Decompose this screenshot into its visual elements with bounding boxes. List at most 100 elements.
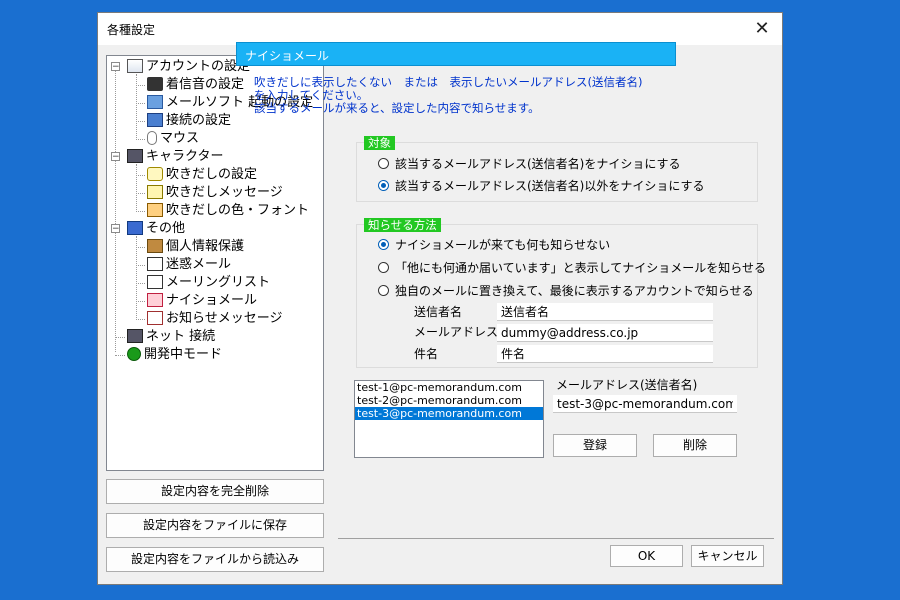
help-icon: [127, 346, 141, 361]
option-label: ナイショメールが来ても何も知らせない: [395, 238, 611, 252]
radio-button[interactable]: [378, 262, 389, 273]
notify-option-others[interactable]: 「他にも何通か届いています」と表示してナイショメールを知らせる: [378, 259, 766, 277]
address-list-item[interactable]: test-3@pc-memorandum.com: [355, 407, 543, 420]
sender-name-field[interactable]: [497, 303, 713, 321]
notify-option-none[interactable]: ナイショメールが来ても何も知らせない: [378, 236, 610, 254]
window-title: 各種設定: [107, 23, 156, 37]
save-settings-button[interactable]: 設定内容をファイルに保存: [106, 513, 324, 538]
address-label: メールアドレス: [414, 325, 499, 339]
mouse-icon: [147, 130, 157, 145]
tree-item[interactable]: 接続の設定: [147, 112, 231, 130]
footer-separator: [338, 538, 774, 539]
title-bar: 各種設定 ✕: [98, 13, 782, 45]
tree-item[interactable]: ナイショメール: [147, 292, 257, 310]
tree-item[interactable]: 吹きだしの色・フォント: [147, 202, 309, 220]
secret-mail-icon: [147, 292, 163, 307]
tree-line: [136, 85, 145, 86]
radio-button[interactable]: [378, 180, 389, 191]
tree-item[interactable]: 個人情報保護: [147, 238, 244, 256]
tree-item-label: ナイショメール: [166, 293, 258, 308]
network-computer-icon: [127, 328, 143, 343]
tree-item[interactable]: 吹きだしメッセージ: [147, 184, 283, 202]
tree-item-label: アカウントの設定: [146, 59, 251, 74]
tree-item-label: 着信音の設定: [166, 77, 245, 92]
edit-message-icon: [147, 184, 163, 199]
tree-item-label: キャラクター: [146, 149, 224, 164]
tree-item-label: 接続の設定: [166, 113, 232, 128]
close-button[interactable]: ✕: [742, 13, 782, 45]
close-icon: ✕: [754, 18, 770, 39]
tree-item-label: マウス: [160, 131, 200, 146]
tree-item[interactable]: 吹きだしの設定: [147, 166, 257, 184]
tree-item-label: 個人情報保護: [166, 239, 245, 254]
settings-tree[interactable]: − アカウントの設定 着信音の設定 メールソフト 起動の設定 接続の設定 マウス − キャラク…: [106, 55, 324, 471]
address-field[interactable]: [497, 324, 713, 342]
ok-button[interactable]: OK: [610, 545, 683, 567]
envelope-icon: [147, 274, 163, 289]
tree-item[interactable]: 開発中モード: [127, 346, 222, 364]
tree-item-label: 吹きだしの設定: [166, 167, 258, 182]
tree-expander[interactable]: −: [111, 152, 120, 162]
tree-line: [136, 265, 145, 266]
speaker-icon: [147, 76, 163, 91]
tree-line: [136, 139, 145, 140]
target-option-include[interactable]: 該当するメールアドレス(送信者名)以外をナイショにする: [378, 177, 705, 195]
panel-description: 吹きだしに表示したくない または 表示したいメールアドレス(送信者名) を入力し…: [254, 76, 674, 115]
delete-all-settings-button[interactable]: 設定内容を完全削除: [106, 479, 324, 504]
tree-item-label: お知らせメッセージ: [166, 311, 283, 326]
cancel-button[interactable]: キャンセル: [691, 545, 764, 567]
tree-item[interactable]: アカウントの設定: [127, 58, 250, 76]
font-color-icon: [147, 202, 163, 217]
address-input[interactable]: [553, 395, 737, 413]
tree-item-label: その他: [146, 221, 186, 236]
tree-item-label: メーリングリスト: [166, 275, 271, 290]
tree-item[interactable]: その他: [127, 220, 185, 238]
description-line: 該当するメールが来ると、設定した内容で知らせます。: [254, 101, 540, 115]
target-group-label: 対象: [364, 136, 395, 150]
address-list-item[interactable]: test-1@pc-memorandum.com: [355, 381, 543, 394]
tree-item-label: ネット 接続: [146, 329, 216, 344]
register-button[interactable]: 登録: [553, 434, 637, 457]
network-icon: [147, 112, 163, 127]
tree-item[interactable]: マウス: [147, 130, 199, 148]
tree-line: [136, 193, 145, 194]
option-label: 「他にも何通か届いています」と表示してナイショメールを知らせる: [395, 261, 767, 275]
option-label: 該当するメールアドレス(送信者名)をナイショにする: [395, 157, 681, 171]
sender-name-label: 送信者名: [414, 305, 463, 319]
tree-item-label: 開発中モード: [144, 347, 223, 362]
notify-group-label: 知らせる方法: [364, 218, 441, 232]
radio-button[interactable]: [378, 239, 389, 250]
load-settings-button[interactable]: 設定内容をファイルから読込み: [106, 547, 324, 572]
folder-icon: [127, 220, 143, 235]
tree-item[interactable]: お知らせメッセージ: [147, 310, 282, 328]
notify-option-custom[interactable]: 独自のメールに置き換えて、最後に表示するアカウントで知らせる: [378, 282, 754, 300]
tree-line: [115, 337, 125, 338]
address-list-item[interactable]: test-2@pc-memorandum.com: [355, 394, 543, 407]
address-listbox[interactable]: test-1@pc-memorandum.com test-2@pc-memora…: [354, 380, 544, 458]
address-input-label: メールアドレス(送信者名): [556, 378, 698, 392]
option-label: 独自のメールに置き換えて、最後に表示するアカウントで知らせる: [395, 284, 754, 298]
tree-expander[interactable]: −: [111, 224, 120, 234]
tree-item[interactable]: メーリングリスト: [147, 274, 270, 292]
tree-expander[interactable]: −: [111, 62, 120, 72]
tree-item-label: 吹きだしの色・フォント: [166, 203, 310, 218]
privacy-icon: [147, 238, 163, 253]
app-launch-icon: [147, 94, 163, 109]
tree-item[interactable]: キャラクター: [127, 148, 223, 166]
delete-button[interactable]: 削除: [653, 434, 737, 457]
tree-item[interactable]: ネット 接続: [127, 328, 215, 346]
radio-button[interactable]: [378, 158, 389, 169]
notice-icon: [147, 310, 163, 325]
tree-line: [136, 301, 145, 302]
panel-header: ナイショメール: [236, 42, 676, 66]
tree-item[interactable]: 着信音の設定: [147, 76, 244, 94]
tree-item[interactable]: 迷惑メール: [147, 256, 231, 274]
subject-field[interactable]: [497, 345, 713, 363]
panel-title: ナイショメール: [245, 49, 330, 63]
radio-button[interactable]: [378, 285, 389, 296]
tree-line: [136, 121, 145, 122]
speech-bubble-icon: [147, 166, 163, 181]
tree-line: [136, 236, 137, 318]
target-option-exclude[interactable]: 該当するメールアドレス(送信者名)をナイショにする: [378, 155, 681, 173]
tree-line: [136, 283, 145, 284]
